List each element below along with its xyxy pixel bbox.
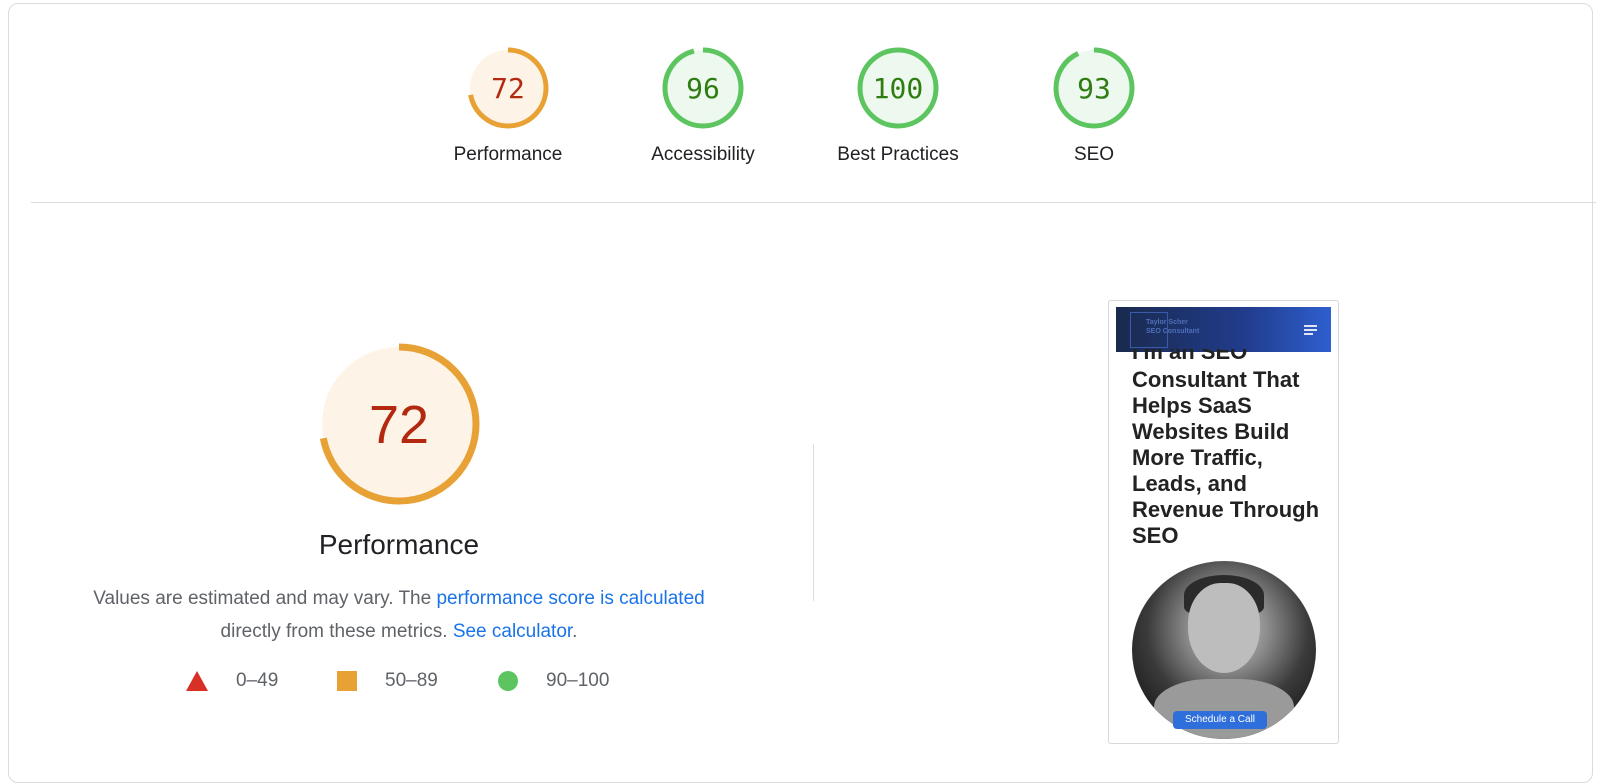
legend-pass: 90–100 [498,670,609,692]
gauge-accessibility[interactable]: 96 Accessibility [608,46,798,166]
performance-description: Values are estimated and may vary. The p… [49,582,749,648]
legend-pass-label: 90–100 [546,670,610,691]
gauge-best-practices-label: Best Practices [837,144,959,165]
score-calculated-link[interactable]: performance score is calculated [436,588,704,609]
gauge-best-practices-ring: 100 [857,47,939,129]
performance-title: Performance [318,529,480,560]
legend-fail-label: 0–49 [236,670,279,691]
legend-average: 50–89 [337,670,438,692]
final-screenshot[interactable]: Taylor Scher SEO Consultant I'm an SEO C… [1108,300,1339,744]
headline-text: Consultant That Helps SaaS Websites Buil… [1132,367,1320,548]
gauge-accessibility-label: Accessibility [651,144,755,165]
gauge-best-practices[interactable]: 100 Best Practices [803,46,993,166]
gauge-seo-score: 93 [1077,72,1111,105]
performance-gauge-large: 72 [318,343,480,505]
gauge-performance[interactable]: 72 Performance [413,46,603,166]
see-calculator-link[interactable]: See calculator [453,621,572,642]
gauge-performance-label: Performance [453,144,563,165]
schedule-call-button: Schedule a Call [1173,711,1267,729]
category-gauges: 72 Performance 96 Accessibility 100 Best… [9,46,1592,176]
triangle-icon [186,671,208,691]
desc-suffix: . [572,621,578,642]
gauge-performance-score: 72 [491,72,525,105]
logo-line2: SEO Consultant [1146,328,1200,335]
vertical-separator [813,444,814,601]
gauge-accessibility-score: 96 [686,72,720,105]
logo-line1: Taylor Scher [1146,319,1188,326]
gauge-seo[interactable]: 93 SEO [999,46,1189,166]
legend-fail: 0–49 [186,670,278,692]
gauge-seo-ring: 93 [1053,47,1135,129]
hamburger-menu-icon [1304,325,1317,337]
circle-icon [498,671,518,691]
section-divider [31,202,1596,203]
report-card: 72 Performance 96 Accessibility 100 Best… [8,3,1596,783]
desc-prefix: Values are estimated and may vary. The [93,588,437,609]
gauge-accessibility-ring: 96 [662,47,744,129]
gauge-best-practices-score: 100 [873,72,924,105]
site-headline: I'm an SEO Consultant That Helps SaaS We… [1132,349,1322,549]
desc-mid: directly from these metrics. [220,621,453,642]
performance-score-large: 72 [369,395,429,455]
gauge-performance-ring: 72 [467,47,549,129]
square-icon [337,671,357,691]
site-header: Taylor Scher SEO Consultant [1116,307,1331,352]
gauge-seo-label: SEO [1073,144,1115,165]
legend-average-label: 50–89 [385,670,438,691]
